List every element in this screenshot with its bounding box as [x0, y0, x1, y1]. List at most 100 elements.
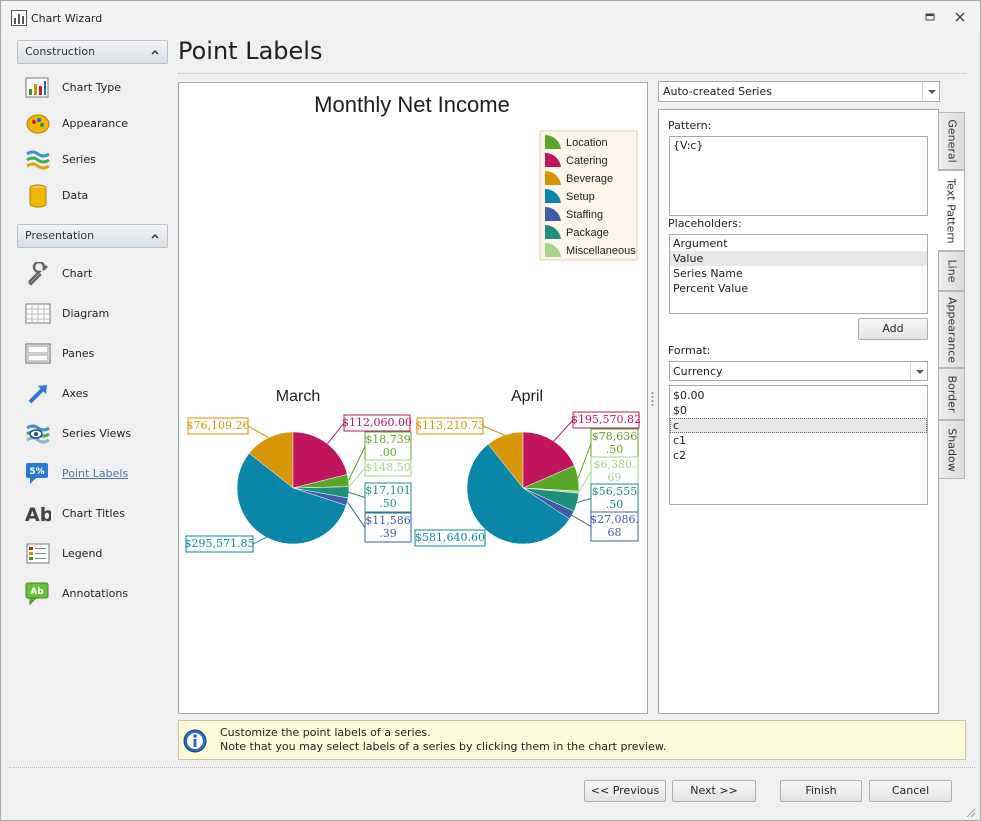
- chart-titles-icon: Ab: [25, 504, 51, 526]
- format-list[interactable]: $0.00 $0 c c1 c2: [669, 385, 928, 505]
- previous-button[interactable]: << Previous: [584, 780, 666, 802]
- nav-item-legend[interactable]: Legend: [17, 534, 168, 574]
- format-item[interactable]: $0: [670, 403, 927, 418]
- format-item[interactable]: $0.00: [670, 388, 927, 403]
- presentation-group-header[interactable]: Presentation: [17, 224, 168, 248]
- nav-item-appearance[interactable]: Appearance: [17, 106, 168, 142]
- nav-item-panes[interactable]: Panes: [17, 334, 168, 374]
- placeholder-item-value[interactable]: Value: [670, 251, 927, 266]
- chevron-down-icon[interactable]: [910, 362, 927, 380]
- point-label-text: $295,571.85: [185, 537, 255, 550]
- nav-label-legend: Legend: [62, 547, 103, 560]
- series-select[interactable]: Auto-created Series: [658, 81, 940, 102]
- point-label: $295,571.85: [185, 535, 255, 553]
- tab-general[interactable]: General: [938, 112, 965, 170]
- point-label: $18,739.00: [364, 431, 412, 462]
- resize-grip-icon[interactable]: [964, 806, 976, 818]
- series-icon: [26, 150, 50, 170]
- label-connector: [348, 491, 366, 498]
- format-select-value: Currency: [673, 365, 723, 378]
- nav-label-series-views: Series Views: [62, 427, 132, 440]
- tab-shadow-label: Shadow: [945, 427, 958, 472]
- tab-line[interactable]: Line: [938, 251, 965, 291]
- point-label: $6,380. 69: [590, 456, 639, 487]
- axes-icon: [28, 385, 47, 404]
- info-line-2: Note that you may select labels of a ser…: [220, 740, 667, 753]
- diagram-icon: [25, 303, 51, 324]
- series-select-value: Auto-created Series: [663, 85, 772, 98]
- pattern-value: {V:c}: [673, 139, 704, 152]
- tab-text-pattern-label: Text Pattern: [944, 177, 958, 244]
- nav-item-chart[interactable]: Chart: [17, 254, 168, 294]
- next-button[interactable]: Next >>: [672, 780, 756, 802]
- legend-label: Staffing: [566, 209, 603, 221]
- title-bar: Chart Wizard: [1, 1, 980, 33]
- legend-label: Catering: [566, 155, 608, 167]
- tab-appearance-label: Appearance: [945, 296, 958, 363]
- nav-item-point-labels[interactable]: 5% Point Labels: [17, 454, 168, 494]
- point-label-text: $76,109.26: [187, 419, 250, 432]
- chevron-up-icon: [151, 49, 159, 55]
- nav-item-series[interactable]: Series: [17, 142, 168, 178]
- pattern-label: Pattern:: [668, 119, 712, 132]
- format-item-selected[interactable]: c: [670, 418, 927, 433]
- point-label: $112,060.00: [342, 414, 412, 432]
- tab-appearance[interactable]: Appearance: [938, 291, 965, 368]
- pie-title: April: [511, 388, 543, 405]
- nav-label-data: Data: [62, 189, 89, 202]
- format-select[interactable]: Currency: [669, 361, 928, 381]
- placeholders-list[interactable]: Argument Value Series Name Percent Value: [669, 234, 928, 314]
- label-connector: [252, 536, 267, 545]
- placeholder-item-percent-value[interactable]: Percent Value: [670, 281, 927, 296]
- add-placeholder-button[interactable]: Add: [858, 318, 928, 340]
- tab-text-pattern[interactable]: Text Pattern: [938, 170, 965, 251]
- nav-item-chart-type[interactable]: Chart Type: [17, 70, 168, 106]
- nav-item-chart-titles[interactable]: Ab Chart Titles: [17, 494, 168, 534]
- placeholder-item-argument[interactable]: Argument: [670, 236, 927, 251]
- footer-divider: [9, 767, 975, 768]
- tab-border-label: Border: [945, 375, 958, 413]
- point-label-text: $195,570.82: [571, 413, 641, 426]
- pie-march: March $76,109.26 $112,060.00 $18,739.00$148…: [185, 388, 412, 553]
- tab-border[interactable]: Border: [938, 368, 965, 420]
- splitter-handle[interactable]: [651, 391, 654, 407]
- label-connector: [348, 467, 366, 488]
- nav-label-panes: Panes: [62, 347, 95, 360]
- format-item[interactable]: c1: [670, 433, 927, 448]
- info-line-1: Customize the point labels of a series.: [220, 726, 431, 739]
- pie-title: March: [276, 388, 320, 405]
- restore-icon[interactable]: [923, 11, 937, 25]
- nav-item-data[interactable]: Data: [17, 178, 168, 214]
- nav-label-point-labels: Point Labels: [62, 467, 129, 480]
- chevron-down-icon[interactable]: [922, 82, 939, 101]
- point-label-text: $113,210.73: [415, 419, 485, 432]
- chevron-up-icon: [151, 233, 159, 239]
- annotations-icon: Ab: [25, 582, 49, 606]
- nav-item-annotations[interactable]: Ab Annotations: [17, 574, 168, 614]
- legend-label: Package: [566, 227, 609, 239]
- chart-title: Monthly Net Income: [314, 92, 510, 117]
- construction-group-header[interactable]: Construction: [17, 40, 168, 64]
- nav-label-appearance: Appearance: [62, 117, 129, 130]
- point-label: $11,586.39: [364, 512, 412, 543]
- nav-label-chart: Chart: [62, 267, 93, 280]
- pattern-input[interactable]: {V:c}: [669, 136, 928, 216]
- tab-shadow[interactable]: Shadow: [938, 420, 965, 479]
- nav-item-diagram[interactable]: Diagram: [17, 294, 168, 334]
- nav-item-series-views[interactable]: Series Views: [17, 414, 168, 454]
- placeholder-item-series-name[interactable]: Series Name: [670, 266, 927, 281]
- point-label: $76,109.26: [187, 417, 250, 435]
- nav-item-axes[interactable]: Axes: [17, 374, 168, 414]
- data-icon: [29, 184, 47, 208]
- chart-preview-svg[interactable]: Monthly Net Income Location Catering Bever…: [179, 83, 647, 713]
- panes-icon: [25, 343, 51, 364]
- format-item[interactable]: c2: [670, 448, 927, 463]
- label-connector: [247, 425, 269, 439]
- cancel-button[interactable]: Cancel: [869, 780, 952, 802]
- point-label-text: $148.50: [365, 461, 411, 474]
- chart-preview[interactable]: Monthly Net Income Location Catering Bever…: [178, 82, 648, 714]
- finish-button[interactable]: Finish: [780, 780, 862, 802]
- point-label: $27,086. 68: [590, 511, 639, 542]
- point-label: $113,210.73: [415, 417, 485, 435]
- close-icon[interactable]: [953, 11, 967, 25]
